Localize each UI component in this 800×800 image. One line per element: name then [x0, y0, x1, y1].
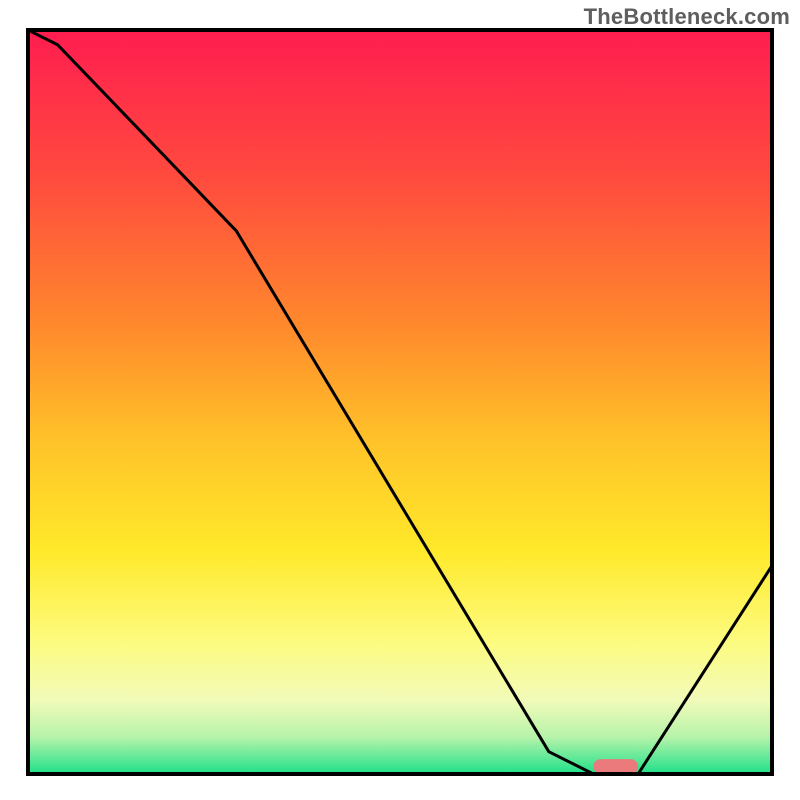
chart-container: TheBottleneck.com [0, 0, 800, 800]
bottleneck-chart [0, 0, 800, 800]
optimal-marker [593, 759, 638, 774]
gradient-background [28, 30, 772, 774]
